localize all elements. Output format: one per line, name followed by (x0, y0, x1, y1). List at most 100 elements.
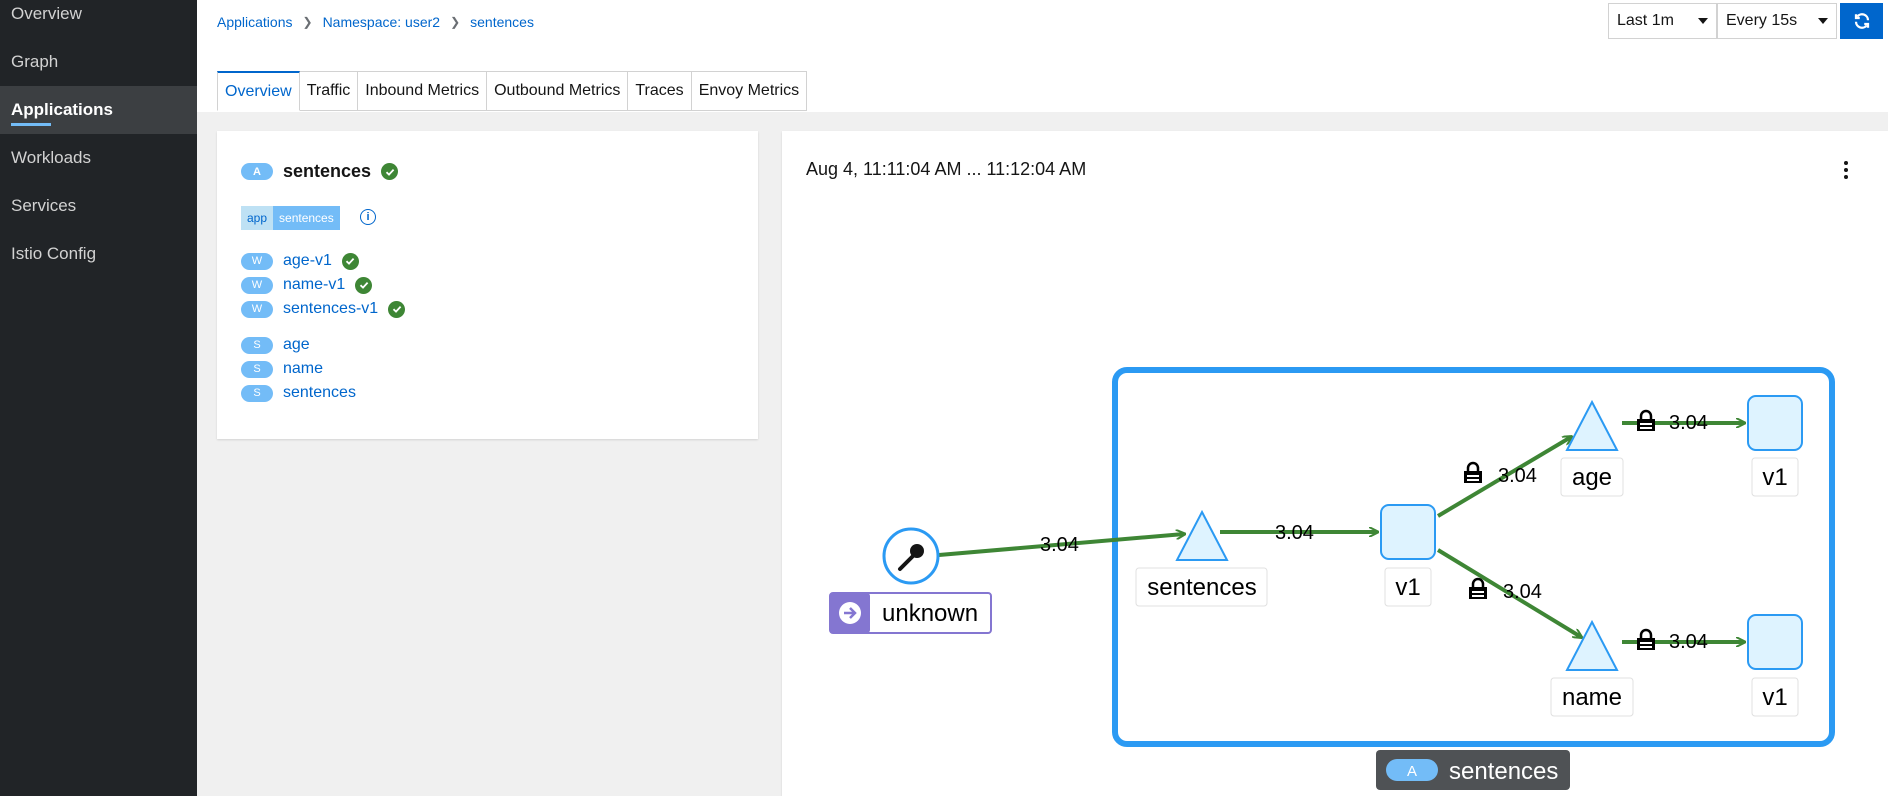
workload-badge: W (241, 300, 273, 318)
sidebar-item-workloads[interactable]: Workloads (0, 134, 197, 182)
sidebar-item-label: Applications (11, 100, 114, 119)
edge-rate-label: 3.04 (1669, 631, 1708, 653)
name-v1-workload-node[interactable] (1747, 614, 1803, 670)
app-label: app sentences (241, 206, 340, 230)
refresh-button[interactable] (1840, 3, 1883, 39)
sidebar-item-istio-config[interactable]: Istio Config (0, 230, 197, 278)
duration-dropdown[interactable]: Last 1m (1608, 3, 1717, 39)
tab-traffic[interactable]: Traffic (299, 71, 359, 111)
workload-item: W age-v1 (241, 252, 359, 270)
age-service-node[interactable] (1565, 399, 1619, 451)
service-link[interactable]: age (283, 336, 310, 354)
app-info-card: A sentences app sentences i W age-v1 W n… (217, 131, 758, 439)
service-item: S age (241, 336, 310, 354)
label-key: app (241, 206, 274, 230)
sentences-service-label-box: sentences (1135, 567, 1268, 607)
edge-rate-label: 3.04 (1669, 412, 1708, 434)
app-title-row: A sentences (241, 161, 399, 182)
tab-bar: Overview Traffic Inbound Metrics Outboun… (217, 71, 808, 111)
health-ok-icon (388, 300, 406, 318)
name-v1-label: v1 (1762, 684, 1787, 711)
app-box-label: A sentences (1376, 750, 1570, 790)
sidebar-item-label: Workloads (11, 148, 91, 167)
sentences-service-label: sentences (1147, 574, 1256, 601)
label-value: sentences (273, 206, 340, 230)
workload-link[interactable]: sentences-v1 (283, 300, 378, 318)
age-v1-label: v1 (1762, 464, 1787, 491)
edge-rate-label: 3.04 (1498, 465, 1537, 487)
service-item: S sentences (241, 384, 356, 402)
name-v1-label-box: v1 (1751, 677, 1799, 717)
unknown-node[interactable] (882, 527, 940, 585)
workload-link[interactable]: name-v1 (283, 276, 345, 294)
graph-card: Aug 4, 11:11:04 AM ... 11:12:04 AM 3.04 … (782, 131, 1888, 796)
page-header: Applications ❯ Namespace: user2 ❯ senten… (197, 0, 1888, 112)
service-item: S name (241, 360, 323, 378)
sidebar-item-graph[interactable]: Graph (0, 38, 197, 86)
workload-badge: W (241, 252, 273, 270)
workload-item: W sentences-v1 (241, 300, 406, 318)
service-badge: S (241, 360, 273, 378)
breadcrumb-namespace[interactable]: Namespace: user2 (323, 14, 441, 30)
health-ok-icon (355, 276, 373, 294)
refresh-interval-value: Every 15s (1726, 12, 1798, 29)
workload-item: W name-v1 (241, 276, 373, 294)
duration-value: Last 1m (1617, 12, 1674, 29)
breadcrumb: Applications ❯ Namespace: user2 ❯ senten… (217, 14, 534, 30)
sentences-v1-label-box: v1 (1384, 567, 1432, 607)
app-box-badge: A (1407, 763, 1417, 780)
sentences-service-node[interactable] (1175, 509, 1229, 561)
unknown-node-label: unknown (829, 592, 992, 634)
unknown-label: unknown (882, 600, 978, 627)
caret-down-icon (1818, 18, 1828, 24)
sentences-v1-workload-node[interactable] (1380, 504, 1436, 560)
app-name: sentences (283, 161, 372, 181)
age-service-label: age (1572, 464, 1612, 491)
lock-icon (1464, 461, 1482, 483)
age-v1-label-box: v1 (1751, 457, 1799, 497)
caret-down-icon (1698, 18, 1708, 24)
lock-icon (1637, 628, 1655, 650)
sidebar-item-label: Istio Config (11, 244, 97, 263)
name-service-node[interactable] (1565, 619, 1619, 671)
health-ok-icon (341, 252, 359, 270)
edge-rate-label: 3.04 (1040, 534, 1079, 556)
name-service-label-box: name (1550, 677, 1634, 717)
chevron-right-icon: ❯ (302, 15, 313, 29)
service-badge: S (241, 336, 273, 354)
tab-overview[interactable]: Overview (217, 71, 300, 111)
sidebar: Overview Graph Applications Workloads Se… (0, 0, 197, 796)
breadcrumb-applications[interactable]: Applications (217, 14, 293, 30)
lock-icon (1637, 409, 1655, 431)
sidebar-item-label: Graph (11, 52, 59, 71)
refresh-icon (1854, 13, 1869, 29)
sidebar-item-applications[interactable]: Applications (0, 86, 197, 134)
refresh-interval-dropdown[interactable]: Every 15s (1717, 3, 1837, 39)
sidebar-item-services[interactable]: Services (0, 182, 197, 230)
sidebar-item-label: Services (11, 196, 77, 215)
age-service-label-box: age (1560, 457, 1624, 497)
health-ok-icon (381, 163, 399, 180)
sidebar-item-overview[interactable]: Overview (0, 0, 197, 38)
age-v1-workload-node[interactable] (1747, 395, 1803, 451)
workload-link[interactable]: age-v1 (283, 252, 332, 270)
info-icon[interactable]: i (360, 209, 376, 225)
service-graph[interactable]: 3.04 3.04 3.04 3.04 3.04 3.04 unknown se… (782, 131, 1888, 796)
edge-rate-label: 3.04 (1275, 522, 1314, 544)
lock-icon (1469, 577, 1487, 599)
chevron-right-icon: ❯ (450, 15, 461, 29)
service-link[interactable]: sentences (283, 384, 356, 402)
tab-envoy-metrics[interactable]: Envoy Metrics (691, 71, 808, 111)
service-link[interactable]: name (283, 360, 323, 378)
sentences-v1-label: v1 (1395, 574, 1420, 601)
breadcrumb-app[interactable]: sentences (470, 14, 534, 30)
workload-badge: W (241, 276, 273, 294)
tab-outbound-metrics[interactable]: Outbound Metrics (487, 71, 629, 111)
service-badge: S (241, 384, 273, 402)
tab-traces[interactable]: Traces (628, 71, 692, 111)
app-badge: A (241, 163, 273, 180)
edge-rate-label: 3.04 (1503, 581, 1542, 603)
sidebar-item-label: Overview (11, 4, 82, 23)
name-service-label: name (1562, 684, 1622, 711)
tab-inbound-metrics[interactable]: Inbound Metrics (358, 71, 488, 111)
